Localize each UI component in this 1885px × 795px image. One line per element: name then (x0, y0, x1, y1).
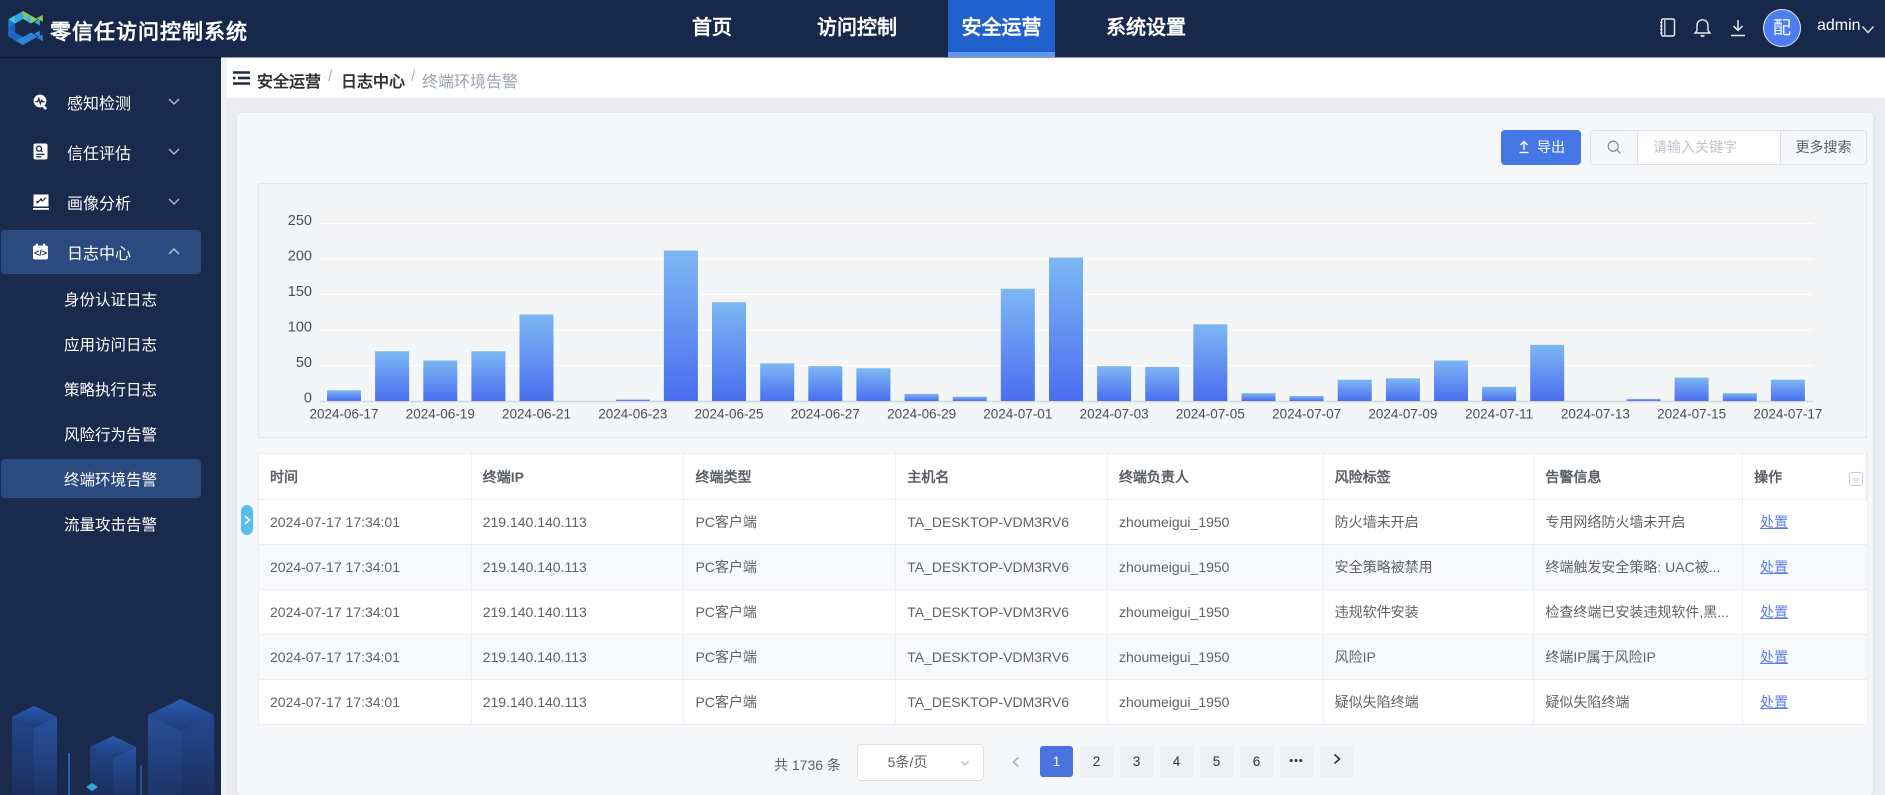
svg-text:2024-06-19: 2024-06-19 (406, 407, 475, 422)
svg-text:50: 50 (296, 355, 312, 371)
svg-text:2024-07-11: 2024-07-11 (1465, 407, 1533, 422)
svg-text:2024-07-07: 2024-07-07 (1272, 407, 1341, 422)
svg-text:2024-06-23: 2024-06-23 (598, 407, 667, 422)
svg-text:150: 150 (288, 284, 312, 300)
svg-text:2024-06-29: 2024-06-29 (887, 407, 956, 422)
svg-text:2024-07-13: 2024-07-13 (1561, 407, 1630, 422)
svg-text:2024-06-27: 2024-06-27 (791, 407, 860, 422)
svg-text:200: 200 (288, 249, 312, 265)
svg-text:0: 0 (304, 391, 312, 407)
svg-text:2024-07-17: 2024-07-17 (1753, 407, 1822, 422)
svg-text:2024-06-25: 2024-06-25 (694, 407, 763, 422)
svg-text:2024-06-17: 2024-06-17 (309, 407, 378, 422)
svg-text:2024-07-09: 2024-07-09 (1368, 407, 1437, 422)
svg-text:2024-07-01: 2024-07-01 (983, 407, 1052, 422)
svg-text:250: 250 (288, 213, 312, 229)
svg-text:</>: </> (34, 248, 47, 258)
svg-text:100: 100 (288, 320, 312, 336)
svg-text:2024-07-03: 2024-07-03 (1080, 407, 1149, 422)
svg-text:2024-07-15: 2024-07-15 (1657, 407, 1726, 422)
svg-text:2024-06-21: 2024-06-21 (502, 407, 571, 422)
svg-text:2024-07-05: 2024-07-05 (1176, 407, 1245, 422)
